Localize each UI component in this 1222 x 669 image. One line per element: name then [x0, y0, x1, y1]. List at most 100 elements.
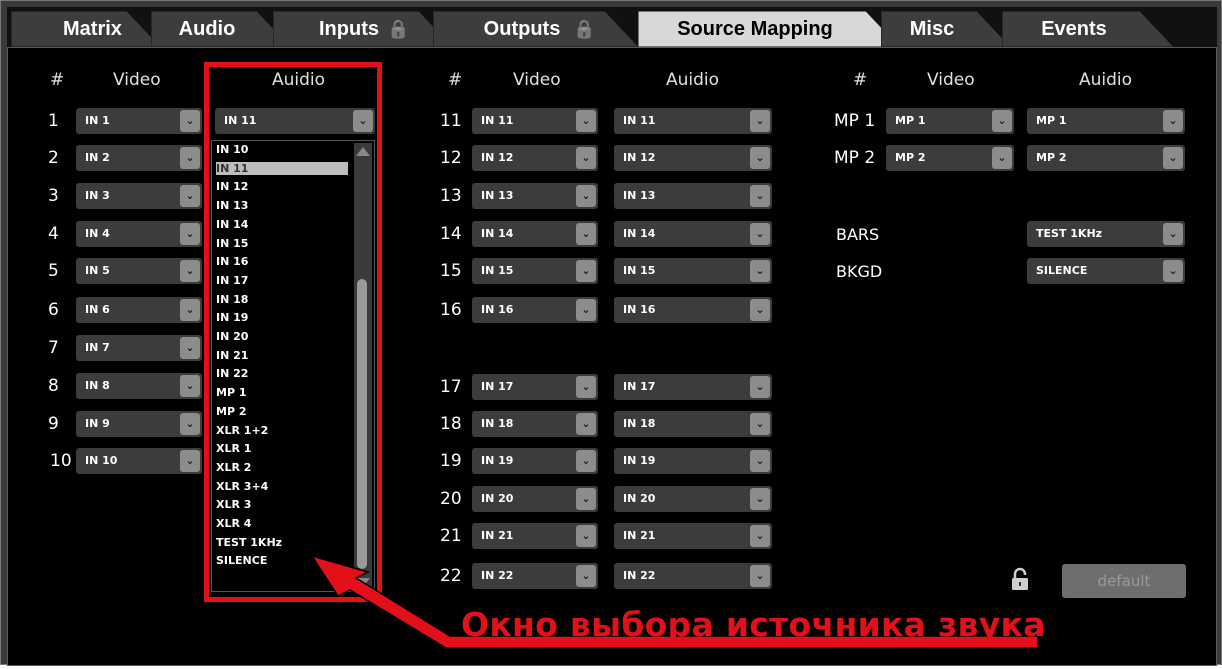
video-source-select[interactable]: MP 1 ⌄ — [886, 108, 1014, 134]
chevron-down-icon[interactable]: ⌄ — [1163, 260, 1183, 282]
chevron-down-icon[interactable]: ⌄ — [576, 525, 596, 547]
chevron-down-icon[interactable]: ⌄ — [180, 413, 200, 435]
row-number: 11 — [440, 111, 462, 131]
chevron-down-icon[interactable]: ⌄ — [750, 110, 770, 132]
audio-source-select[interactable]: IN 21 ⌄ — [614, 523, 772, 549]
chevron-down-icon[interactable]: ⌄ — [576, 260, 596, 282]
audio-source-select[interactable]: IN 15 ⌄ — [614, 258, 772, 284]
dropdown-value: IN 13 — [481, 189, 514, 202]
chevron-down-icon[interactable]: ⌄ — [992, 147, 1012, 169]
chevron-down-icon[interactable]: ⌄ — [576, 223, 596, 245]
chevron-down-icon[interactable]: ⌄ — [1163, 147, 1183, 169]
video-source-select[interactable]: IN 19 ⌄ — [472, 448, 598, 474]
video-source-select[interactable]: IN 9 ⌄ — [76, 411, 202, 437]
video-source-select[interactable]: IN 2 ⌄ — [76, 145, 202, 171]
chevron-down-icon[interactable]: ⌄ — [750, 488, 770, 510]
chevron-down-icon[interactable]: ⌄ — [750, 260, 770, 282]
video-source-select[interactable]: IN 10 ⌄ — [76, 448, 202, 474]
chevron-down-icon[interactable]: ⌄ — [576, 110, 596, 132]
chevron-down-icon[interactable]: ⌄ — [180, 337, 200, 359]
chevron-down-icon[interactable]: ⌄ — [180, 110, 200, 132]
audio-source-select[interactable]: IN 22 ⌄ — [614, 563, 772, 589]
audio-source-select[interactable]: SILENCE ⌄ — [1027, 258, 1185, 284]
video-source-select[interactable]: IN 22 ⌄ — [472, 563, 598, 589]
video-source-select[interactable]: IN 4 ⌄ — [76, 221, 202, 247]
video-source-select[interactable]: IN 21 ⌄ — [472, 523, 598, 549]
video-source-select[interactable]: IN 7 ⌄ — [76, 335, 202, 361]
chevron-down-icon[interactable]: ⌄ — [576, 376, 596, 398]
chevron-down-icon[interactable]: ⌄ — [576, 413, 596, 435]
chevron-down-icon[interactable]: ⌄ — [750, 147, 770, 169]
video-source-select[interactable]: IN 15 ⌄ — [472, 258, 598, 284]
audio-source-select[interactable]: IN 20 ⌄ — [614, 486, 772, 512]
padlock-icon[interactable] — [1011, 567, 1029, 591]
chevron-down-icon[interactable]: ⌄ — [750, 450, 770, 472]
audio-source-select[interactable]: TEST 1KHz ⌄ — [1027, 221, 1185, 247]
chevron-down-icon[interactable]: ⌄ — [750, 565, 770, 587]
tab-inputs[interactable]: Inputs 🔒 — [273, 11, 453, 47]
video-source-select[interactable]: IN 13 ⌄ — [472, 183, 598, 209]
video-source-select[interactable]: IN 12 ⌄ — [472, 145, 598, 171]
video-source-select[interactable]: IN 16 ⌄ — [472, 297, 598, 323]
tab-outputs[interactable]: Outputs 🔒 — [433, 11, 639, 47]
video-source-select[interactable]: IN 17 ⌄ — [472, 374, 598, 400]
chevron-down-icon[interactable]: ⌄ — [180, 223, 200, 245]
chevron-down-icon[interactable]: ⌄ — [750, 223, 770, 245]
chevron-down-icon[interactable]: ⌄ — [576, 565, 596, 587]
annotation-caption: Окно выбора источника звука — [461, 605, 1046, 644]
dropdown-value: IN 21 — [481, 529, 514, 542]
row-number: 16 — [440, 300, 462, 320]
chevron-down-icon[interactable]: ⌄ — [992, 110, 1012, 132]
audio-source-select[interactable]: IN 17 ⌄ — [614, 374, 772, 400]
chevron-down-icon[interactable]: ⌄ — [1163, 223, 1183, 245]
video-source-select[interactable]: IN 6 ⌄ — [76, 297, 202, 323]
video-source-select[interactable]: IN 8 ⌄ — [76, 373, 202, 399]
chevron-down-icon[interactable]: ⌄ — [576, 488, 596, 510]
video-source-select[interactable]: IN 14 ⌄ — [472, 221, 598, 247]
audio-source-select[interactable]: IN 12 ⌄ — [614, 145, 772, 171]
tab-misc[interactable]: Misc — [881, 11, 1011, 47]
chevron-down-icon[interactable]: ⌄ — [750, 525, 770, 547]
dropdown-value: IN 19 — [623, 454, 656, 467]
chevron-down-icon[interactable]: ⌄ — [180, 375, 200, 397]
chevron-down-icon[interactable]: ⌄ — [180, 147, 200, 169]
audio-source-select[interactable]: IN 11 ⌄ — [614, 108, 772, 134]
chevron-down-icon[interactable]: ⌄ — [750, 376, 770, 398]
tab-matrix[interactable]: Matrix — [11, 11, 161, 47]
col-header-audio: Auidio — [1079, 70, 1133, 90]
chevron-down-icon[interactable]: ⌄ — [180, 185, 200, 207]
chevron-down-icon[interactable]: ⌄ — [180, 450, 200, 472]
video-source-select[interactable]: IN 11 ⌄ — [472, 108, 598, 134]
tab-source-mapping[interactable]: Source Mapping — [638, 11, 900, 47]
video-source-select[interactable]: IN 20 ⌄ — [472, 486, 598, 512]
app-window: Matrix Audio Inputs 🔒 Outputs 🔒 Source Mapping… — [0, 0, 1222, 666]
video-source-select[interactable]: IN 3 ⌄ — [76, 183, 202, 209]
video-source-select[interactable]: IN 5 ⌄ — [76, 258, 202, 284]
audio-source-select[interactable]: IN 16 ⌄ — [614, 297, 772, 323]
tab-audio[interactable]: Audio — [151, 11, 291, 47]
chevron-down-icon[interactable]: ⌄ — [750, 299, 770, 321]
tab-events[interactable]: Events — [1002, 11, 1174, 47]
video-source-select[interactable]: IN 18 ⌄ — [472, 411, 598, 437]
chevron-down-icon[interactable]: ⌄ — [576, 299, 596, 321]
audio-source-select[interactable]: MP 2 ⌄ — [1027, 145, 1185, 171]
chevron-down-icon[interactable]: ⌄ — [750, 413, 770, 435]
video-source-select[interactable]: IN 1 ⌄ — [76, 108, 202, 134]
chevron-down-icon[interactable]: ⌄ — [750, 185, 770, 207]
video-source-select[interactable]: MP 2 ⌄ — [886, 145, 1014, 171]
highlight-frame — [204, 62, 382, 602]
chevron-down-icon[interactable]: ⌄ — [576, 450, 596, 472]
audio-source-select[interactable]: MP 1 ⌄ — [1027, 108, 1185, 134]
col-header-video: Video — [927, 70, 975, 90]
chevron-down-icon[interactable]: ⌄ — [576, 185, 596, 207]
audio-source-select[interactable]: IN 14 ⌄ — [614, 221, 772, 247]
audio-source-select[interactable]: IN 19 ⌄ — [614, 448, 772, 474]
chevron-down-icon[interactable]: ⌄ — [180, 260, 200, 282]
chevron-down-icon[interactable]: ⌄ — [576, 147, 596, 169]
chevron-down-icon[interactable]: ⌄ — [1163, 110, 1183, 132]
default-button[interactable]: default — [1062, 564, 1186, 598]
audio-source-select[interactable]: IN 13 ⌄ — [614, 183, 772, 209]
row-number: 10 — [50, 451, 72, 471]
chevron-down-icon[interactable]: ⌄ — [180, 299, 200, 321]
audio-source-select[interactable]: IN 18 ⌄ — [614, 411, 772, 437]
